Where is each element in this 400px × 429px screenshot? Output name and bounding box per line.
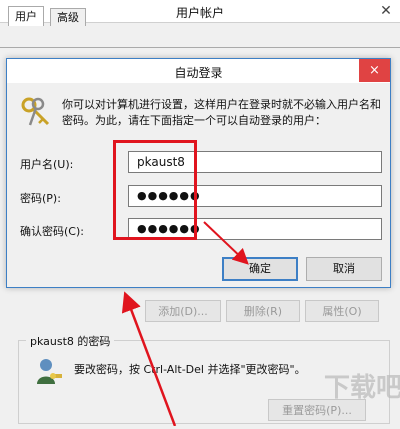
watermark-text: 下载吧 bbox=[324, 373, 400, 403]
arrow-to-ok-button bbox=[203, 221, 249, 265]
arrow-to-dialog bbox=[121, 291, 177, 426]
watermark-logo: 下载吧 bbox=[320, 352, 400, 426]
